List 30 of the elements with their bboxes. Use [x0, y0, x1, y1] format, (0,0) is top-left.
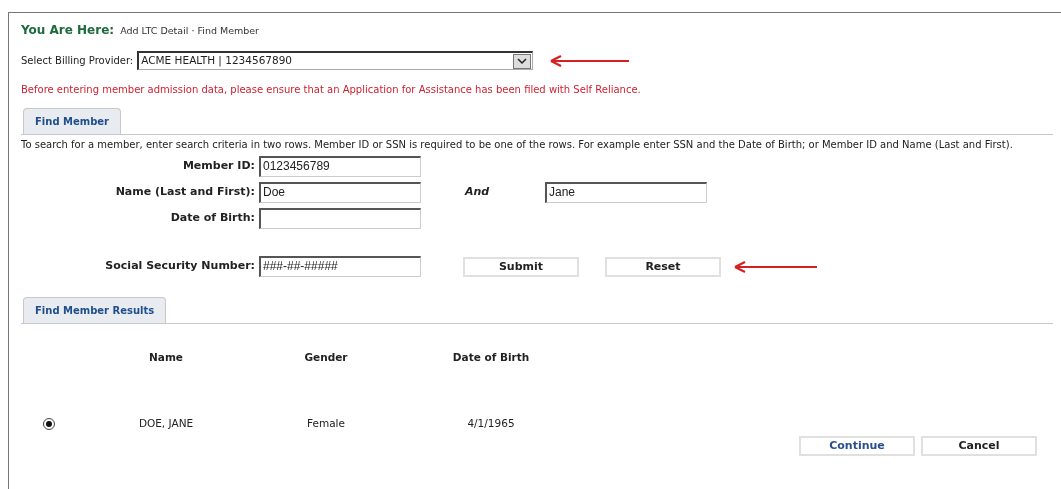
column-header: Date of Birth [452, 350, 530, 365]
column-header: Gender [304, 350, 348, 365]
member-id-field[interactable]: 0123456789 [259, 156, 421, 177]
table-cell-text: 4/1/1965 [467, 415, 515, 431]
dropdown-caret-icon[interactable] [513, 53, 532, 69]
form-button[interactable]: Continue [799, 435, 915, 456]
member-id-label: Member ID: [181, 158, 256, 175]
and-label: And [465, 184, 491, 201]
name-label: Name (Last and First): [114, 184, 256, 201]
form-button[interactable]: Submit [463, 256, 579, 277]
billing-provider-select[interactable]: ACME HEALTH | 1234567890 [137, 51, 534, 70]
ssn-label: Social Security Number: [104, 258, 256, 275]
billing-provider-label: Select Billing Provider: [21, 54, 134, 68]
last-name-field[interactable]: Doe [259, 182, 421, 203]
form-button[interactable]: Cancel [921, 435, 1037, 456]
table-cell-text: Female [307, 415, 345, 431]
row-radio[interactable] [43, 417, 55, 430]
ssn-field[interactable]: ###-##-##### [259, 256, 421, 277]
form-button[interactable]: Reset [605, 256, 721, 277]
date-of-birth-label: Date of Birth: [169, 210, 256, 227]
breadcrumb-path: Add LTC Detail · Find Member [120, 24, 260, 38]
assistance-notice: Before entering member admission data, please ensure that an Application for Assistance has been filed with Self Reliance. [21, 83, 642, 97]
find-member-results-tab[interactable]: Find Member Results [23, 297, 167, 323]
column-header: Name [149, 350, 183, 365]
date-of-birth-field[interactable] [259, 208, 421, 229]
breadcrumb-label: You Are Here: [21, 22, 115, 39]
find-member-tab[interactable]: Find Member [23, 108, 122, 134]
first-name-field[interactable]: Jane [545, 182, 707, 203]
table-cell-text: DOE, JANE [138, 415, 194, 431]
search-instructions: To search for a member, enter search criteria in two rows. Member ID or SSN is required to be one of the rows. For example enter SSN and the Date of Birth; or Member ID and Name (Last and First). [21, 138, 1014, 151]
